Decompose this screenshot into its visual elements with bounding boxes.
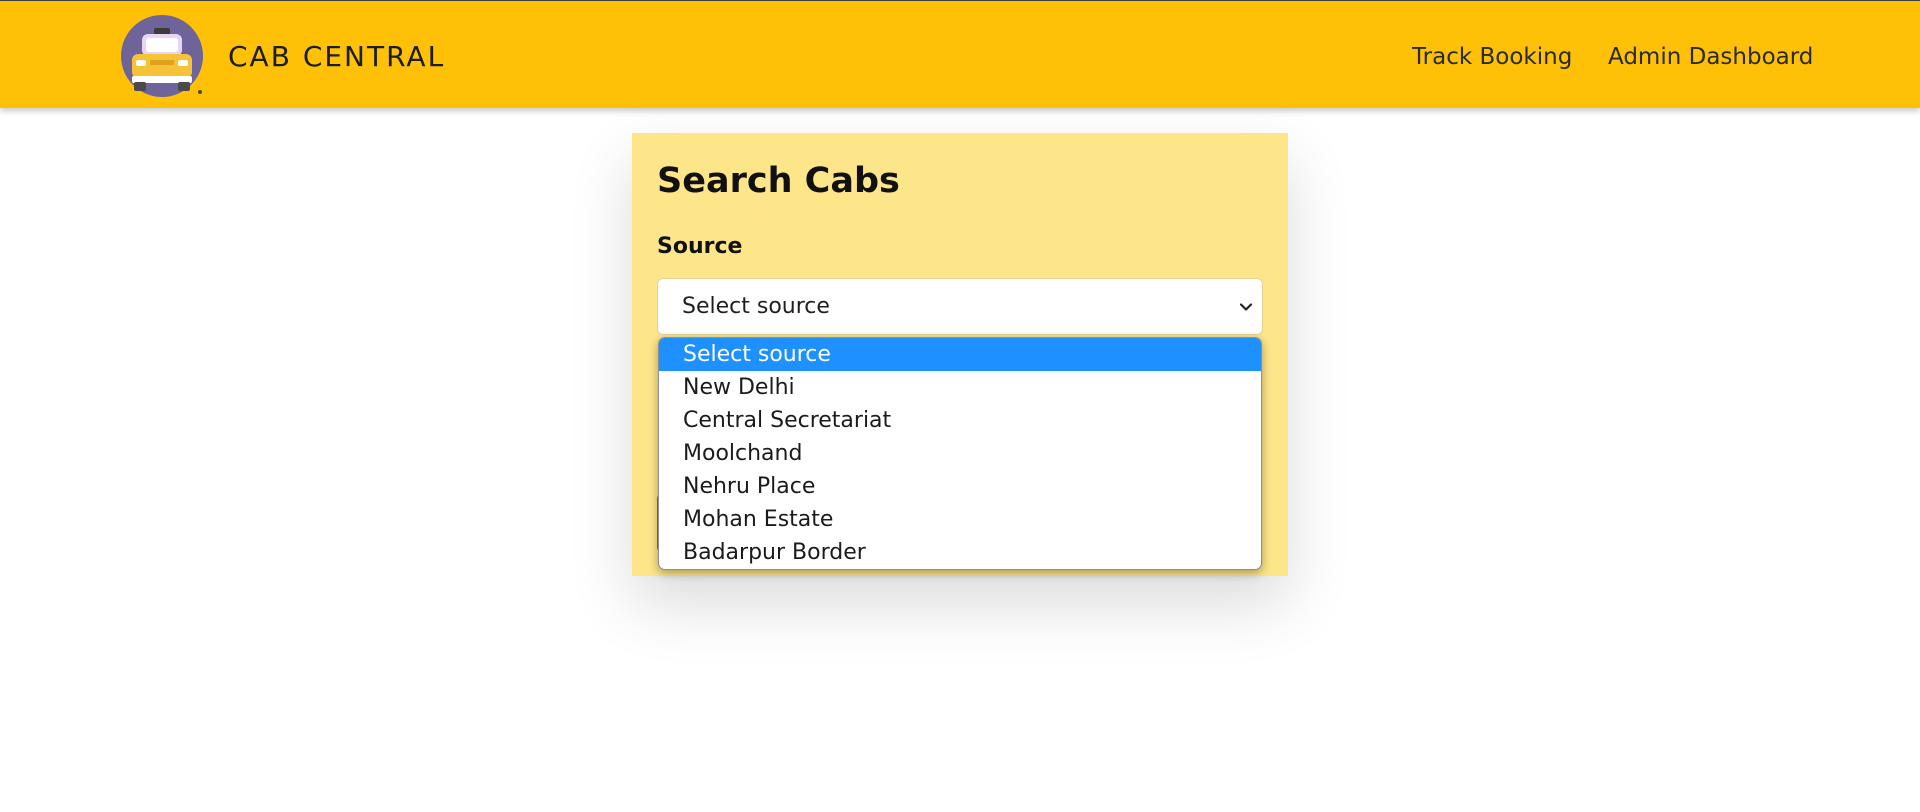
source-option[interactable]: Nehru Place (659, 470, 1261, 503)
page-title: Search Cabs (657, 161, 900, 201)
source-option[interactable]: Badarpur Border (659, 536, 1261, 569)
brand-name[interactable]: CAB CENTRAL (228, 39, 445, 75)
source-option[interactable]: Central Secretariat (659, 404, 1261, 437)
source-select[interactable]: Select source (657, 278, 1263, 335)
navbar: CAB CENTRAL Track Booking Admin Dashboar… (0, 0, 1920, 108)
source-label: Source (657, 234, 743, 259)
source-dropdown-list[interactable]: Select source New Delhi Central Secretar… (658, 337, 1262, 570)
taxi-logo-icon[interactable] (120, 14, 204, 98)
source-option[interactable]: Select source (659, 338, 1261, 371)
source-option[interactable]: New Delhi (659, 371, 1261, 404)
source-option[interactable]: Mohan Estate (659, 503, 1261, 536)
nav-link-admin-dashboard[interactable]: Admin Dashboard (1608, 41, 1813, 73)
source-select-value: Select source (682, 294, 830, 319)
source-option[interactable]: Moolchand (659, 437, 1261, 470)
nav-link-track-booking[interactable]: Track Booking (1412, 41, 1572, 73)
chevron-down-icon (1239, 303, 1253, 311)
